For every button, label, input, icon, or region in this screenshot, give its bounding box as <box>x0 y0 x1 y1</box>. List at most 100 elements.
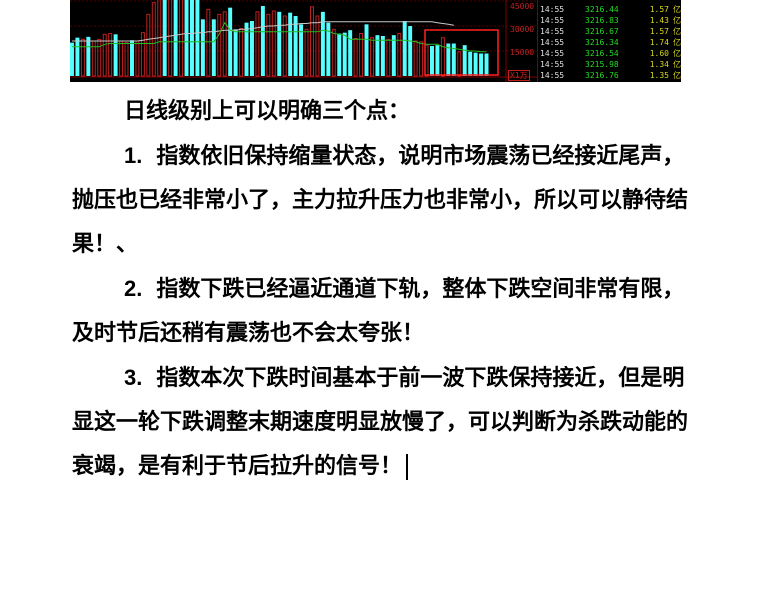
tick-row: 14:55 3216.76 1.35 亿 <box>538 70 681 81</box>
volume-bar <box>168 0 173 77</box>
volume-bar <box>146 13 151 77</box>
tick-row: 14:55 3216.83 1.43 亿 <box>538 15 681 26</box>
volume-bar <box>375 35 380 76</box>
volume-bar <box>239 28 244 77</box>
volume-bar <box>135 40 140 77</box>
volume-bar <box>217 13 222 77</box>
document-body[interactable]: 日线级别上可以明确三个点： 1. 指数依旧保持缩量状态，说明市场震荡已经接近尾声，… <box>72 90 692 489</box>
volume-bar <box>266 13 271 77</box>
tick-amount: 1.57 <box>649 27 669 36</box>
volume-bar <box>179 0 184 77</box>
tick-time: 14:55 <box>540 38 565 47</box>
volume-bar <box>86 36 91 76</box>
tick-row: 14:55 3215.98 1.34 亿 <box>538 59 681 70</box>
volume-bar <box>440 37 445 77</box>
volume-bar <box>484 53 489 76</box>
tick-time: 14:55 <box>540 5 565 14</box>
tick-amount: 1.34 <box>649 60 669 69</box>
volume-bar <box>91 40 96 77</box>
volume-bar <box>386 38 391 77</box>
tick-row: 14:55 3216.44 1.57 亿 <box>538 4 681 15</box>
volume-bar <box>130 40 134 76</box>
tick-row: 14:55 3216.67 1.57 亿 <box>538 26 681 37</box>
tick-list-panel: 14:55 3216.44 1.57 亿 14:55 3216.83 1.43 亿 14:55 3… <box>537 0 681 82</box>
volume-bar <box>277 11 282 76</box>
text-cursor <box>406 454 409 480</box>
volume-bar <box>222 11 227 77</box>
point-2-text: 指数下跌已经逼近通道下轨，整体下跌空间非常有限，及时节后还稍有震荡也不会太夸张！ <box>72 277 685 346</box>
intro-paragraph: 日线级别上可以明确三个点： <box>124 99 411 124</box>
volume-bar <box>260 6 265 76</box>
volume-bar <box>70 42 74 76</box>
tick-price: 3216.67 <box>585 27 619 36</box>
point-2-number: 2. <box>124 276 143 301</box>
volume-bar <box>348 30 353 77</box>
volume-bar <box>310 6 314 77</box>
tick-amount: 1.74 <box>649 38 669 47</box>
tick-time: 14:55 <box>540 49 565 58</box>
volume-bar <box>391 35 396 76</box>
volume-bar <box>162 0 167 76</box>
y-axis-label-15000: 15000 <box>510 48 535 57</box>
volume-bar <box>479 53 484 76</box>
tick-unit: 亿 <box>673 27 681 36</box>
point-1-paragraph: 1. 指数依旧保持缩量状态，说明市场震荡已经接近尾声，抛压也已经非常小了，主力拉升… <box>72 134 692 267</box>
volume-chart <box>70 0 537 82</box>
volume-bar <box>370 37 374 77</box>
tick-unit: 亿 <box>673 71 681 80</box>
volume-bar <box>119 40 124 77</box>
point-3-text: 指数本次下跌时间基本于前一波下跌保持接近，但是明显这一轮下跌调整末期速度明显放慢… <box>72 366 689 479</box>
volume-bar <box>457 51 462 77</box>
volume-bar <box>271 10 276 77</box>
volume-bar <box>293 16 298 76</box>
volume-bar <box>342 32 347 76</box>
tick-unit: 亿 <box>673 60 681 69</box>
volume-bar <box>331 28 336 77</box>
volume-bar <box>211 19 216 76</box>
volume-bar <box>200 19 205 76</box>
volume-bar <box>419 41 424 77</box>
volume-bar <box>337 33 342 76</box>
volume-bar <box>250 21 254 76</box>
volume-bar <box>288 12 293 76</box>
volume-bar <box>255 11 260 77</box>
volume-bar <box>435 45 440 76</box>
volume-bar <box>124 42 129 77</box>
volume-bar <box>190 0 194 77</box>
tick-row: 14:55 3216.54 1.60 亿 <box>538 48 681 59</box>
volume-bar <box>173 0 178 76</box>
volume-bar <box>353 38 358 77</box>
tick-amount: 1.43 <box>649 16 669 25</box>
point-1-number: 1. <box>124 143 143 168</box>
tick-amount: 1.57 <box>649 5 669 14</box>
point-2-paragraph: 2. 指数下跌已经逼近通道下轨，整体下跌空间非常有限，及时节后还稍有震荡也不会太夸… <box>72 267 692 356</box>
volume-bar <box>228 7 233 77</box>
volume-bar <box>402 21 407 76</box>
volume-bar <box>75 37 80 76</box>
tick-price: 3216.83 <box>585 16 619 25</box>
tick-row: 14:55 3216.34 1.74 亿 <box>538 37 681 48</box>
tick-price: 3216.76 <box>585 71 619 80</box>
tick-amount: 1.35 <box>649 71 669 80</box>
volume-bar <box>380 36 385 76</box>
volume-bar <box>473 52 478 76</box>
y-axis-label-45000: 45000 <box>510 2 535 11</box>
tick-unit: 亿 <box>673 38 681 47</box>
point-1-text: 指数依旧保持缩量状态，说明市场震荡已经接近尾声，抛压也已经非常小了，主力拉升压力… <box>72 144 689 257</box>
volume-bar <box>206 8 211 77</box>
tick-price: 3215.98 <box>585 60 619 69</box>
volume-bar <box>468 51 473 76</box>
unit-label: X1万 <box>508 70 530 81</box>
tick-amount: 1.60 <box>649 49 669 58</box>
tick-price: 3216.44 <box>585 5 619 14</box>
volume-bar <box>97 38 102 77</box>
point-3-paragraph: 3. 指数本次下跌时间基本于前一波下跌保持接近，但是明显这一轮下跌调整末期速度明显… <box>72 356 692 489</box>
volume-bar <box>315 15 320 77</box>
tick-price: 3216.34 <box>585 38 619 47</box>
volume-bar <box>304 28 309 77</box>
tick-unit: 亿 <box>673 49 681 58</box>
tick-time: 14:55 <box>540 16 565 25</box>
volume-bar <box>151 2 156 77</box>
point-3-number: 3. <box>124 365 143 390</box>
tick-time: 14:55 <box>540 60 565 69</box>
